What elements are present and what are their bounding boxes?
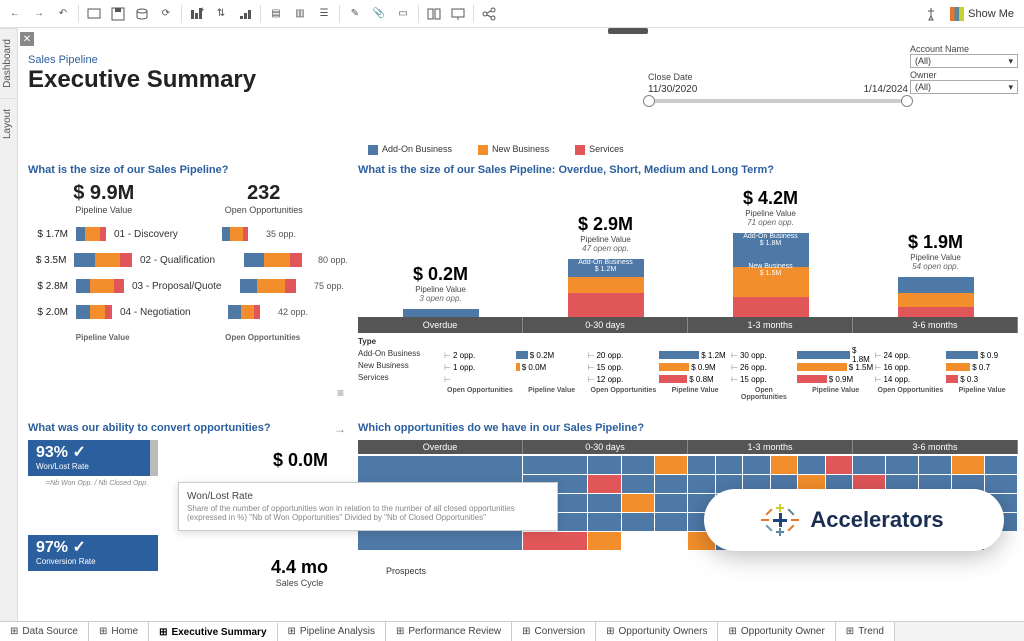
tab-data-source[interactable]: ⊞Data Source xyxy=(0,622,89,641)
refresh-icon[interactable]: ⟳ xyxy=(155,3,177,25)
page-title: Executive Summary xyxy=(28,66,256,94)
tab-conversion[interactable]: ⊞Conversion xyxy=(512,622,596,641)
close-icon[interactable]: ✕ xyxy=(20,32,34,46)
dashboard-header: Sales Pipeline Executive Summary xyxy=(28,54,256,94)
won-lost-rate[interactable]: 93% ✓ Won/Lost Rate xyxy=(28,440,158,476)
sheet-icon: ⊞ xyxy=(99,626,107,637)
clip-icon[interactable]: 📎 xyxy=(368,3,390,25)
swap-icon[interactable]: ⇅ xyxy=(210,3,232,25)
save-icon[interactable] xyxy=(107,3,129,25)
datasource-icon: ⊞ xyxy=(10,626,18,637)
stage-row[interactable]: $ 2.0M 04 - Negotiation 42 opp. xyxy=(28,305,348,319)
stage-row[interactable]: $ 2.8M 03 - Proposal/Quote 75 opp. xyxy=(28,279,348,293)
sidetab-layout[interactable]: Layout xyxy=(0,98,17,149)
conversion-rate[interactable]: 97% ✓ Conversion Rate xyxy=(28,535,158,571)
right-filters: Account Name (All) Owner (All) xyxy=(910,42,1018,94)
forward-icon[interactable]: → xyxy=(28,3,50,25)
arrow-icon[interactable]: → xyxy=(334,422,346,436)
pin-icon[interactable] xyxy=(920,3,942,25)
new-worksheet-icon[interactable]: + xyxy=(186,3,208,25)
card-pipeline-size[interactable]: What is the size of our Sales Pipeline? … xyxy=(28,164,348,402)
tableau-logo-icon xyxy=(764,504,796,536)
tab-opportunity-owners[interactable]: ⊞Opportunity Owners xyxy=(596,622,718,641)
highlight-icon[interactable]: ✎ xyxy=(344,3,366,25)
stage-row[interactable]: $ 3.5M 02 - Qualification 80 opp. xyxy=(28,253,348,267)
stage-row[interactable]: $ 1.7M 01 - Discovery 35 opp. xyxy=(28,227,348,241)
card-pipeline-term[interactable]: What is the size of our Sales Pipeline: … xyxy=(358,164,1018,402)
tab-trend[interactable]: ⊞Trend xyxy=(836,622,895,641)
sort-asc-icon[interactable] xyxy=(234,3,256,25)
tab-pipeline-analysis[interactable]: ⊞Pipeline Analysis xyxy=(278,622,386,641)
sheet-icon: ⊞ xyxy=(606,626,614,637)
new-datasource-icon[interactable] xyxy=(131,3,153,25)
sheet-icon: ⊞ xyxy=(288,626,296,637)
color-legend: Add-On Business New Business Services xyxy=(368,144,624,155)
sidetab-dashboard[interactable]: Dashboard xyxy=(0,28,17,98)
show-cards-icon[interactable] xyxy=(423,3,445,25)
undo-icon[interactable]: ↶ xyxy=(52,3,74,25)
show-labels-icon[interactable]: ☰ xyxy=(313,3,335,25)
owner-select[interactable]: (All) xyxy=(910,80,1018,94)
dashboard-canvas: ✕ Sales Pipeline Executive Summary Close… xyxy=(18,28,1024,621)
group-icon[interactable]: ▤ xyxy=(265,3,287,25)
ungroup-icon[interactable]: ▥ xyxy=(289,3,311,25)
top-toolbar: ← → ↶ ⟳ + ⇅ ▤ ▥ ☰ ✎ 📎 ▭ Show Me xyxy=(0,0,1024,28)
accelerators-badge: Accelerators xyxy=(704,489,1004,551)
presentation-icon[interactable] xyxy=(447,3,469,25)
tooltip: Won/Lost Rate Share of the number of opp… xyxy=(178,482,558,531)
date-slider[interactable] xyxy=(648,99,908,103)
sheet-icon: ⊞ xyxy=(728,626,736,637)
sheet-icon: ⊞ xyxy=(159,627,167,638)
menu-icon[interactable]: ≡ xyxy=(337,386,344,400)
sheet-icon: ⊞ xyxy=(846,626,854,637)
drag-handle[interactable] xyxy=(608,28,648,34)
sheet-tabs: ⊞Data Source ⊞Home⊞Executive Summary⊞Pip… xyxy=(0,621,1024,641)
svg-text:+: + xyxy=(200,7,204,14)
scrollbar[interactable] xyxy=(150,440,158,476)
device-preview-icon[interactable] xyxy=(83,3,105,25)
share-icon[interactable] xyxy=(478,3,500,25)
showme-icon xyxy=(950,7,964,21)
tab-opportunity-owner[interactable]: ⊞Opportunity Owner xyxy=(718,622,835,641)
show-me-button[interactable]: Show Me xyxy=(944,7,1020,21)
fit-icon[interactable]: ▭ xyxy=(392,3,414,25)
tab-executive-summary[interactable]: ⊞Executive Summary xyxy=(149,622,277,641)
sheet-icon: ⊞ xyxy=(396,626,404,637)
sheet-icon: ⊞ xyxy=(522,626,530,637)
side-tabs: Dashboard Layout xyxy=(0,28,18,621)
close-date-filter[interactable]: Close Date 11/30/20201/14/2024 xyxy=(648,72,908,103)
back-icon[interactable]: ← xyxy=(4,3,26,25)
tab-performance-review[interactable]: ⊞Performance Review xyxy=(386,622,512,641)
tab-home[interactable]: ⊞Home xyxy=(89,622,149,641)
breadcrumb: Sales Pipeline xyxy=(28,54,256,66)
account-name-select[interactable]: (All) xyxy=(910,54,1018,68)
